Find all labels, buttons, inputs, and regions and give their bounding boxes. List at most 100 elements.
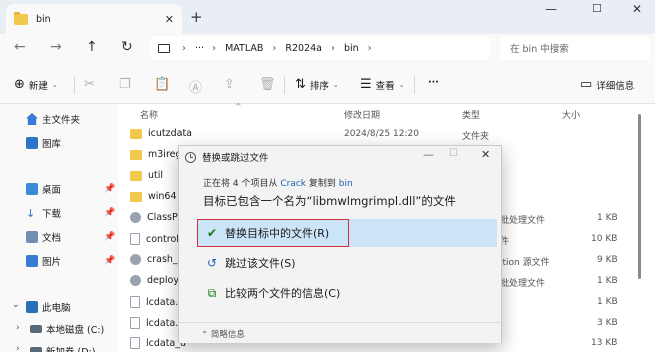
new-tab-button[interactable]: + bbox=[190, 8, 203, 26]
dialog-maximize-button: ☐ bbox=[449, 148, 458, 159]
cut-button[interactable]: ✂ bbox=[84, 77, 99, 92]
pin-icon[interactable]: 📌 bbox=[104, 232, 115, 242]
rename-button[interactable]: Ⓐ bbox=[189, 77, 206, 96]
sidebar-item-home[interactable]: 主文件夹 bbox=[26, 112, 80, 126]
document-icon bbox=[26, 231, 38, 243]
breadcrumb-matlab[interactable]: MATLAB bbox=[225, 43, 263, 54]
divider bbox=[74, 76, 75, 94]
paste-button[interactable]: 📋 bbox=[154, 77, 174, 92]
search-input[interactable]: 在 bin 中搜索 bbox=[500, 36, 650, 60]
chevron-down-icon: ⌄ bbox=[398, 80, 405, 89]
up-arrow-icon[interactable]: ↑ bbox=[86, 39, 98, 55]
share-button[interactable]: ⇪ bbox=[224, 77, 239, 92]
more-button[interactable]: ··· bbox=[428, 77, 439, 88]
tab-close-icon[interactable]: ✕ bbox=[165, 13, 174, 26]
file-name: deployt bbox=[130, 275, 183, 286]
dialog-heading: 目标已包含一个名为“libmwlmgrimpl.dll”的文件 bbox=[203, 194, 456, 208]
chevron-up-icon: ⌃ bbox=[201, 330, 209, 340]
sidebar-item-this-pc[interactable]: 此电脑 bbox=[26, 300, 71, 314]
computer-icon bbox=[26, 301, 38, 313]
pin-icon[interactable]: 📌 bbox=[104, 256, 115, 266]
address-bar[interactable]: › ··· › MATLAB › R2024a › bin › bbox=[150, 36, 490, 60]
sidebar-item-desktop[interactable]: 桌面 bbox=[26, 182, 61, 196]
file-type: 批处理文件 bbox=[500, 279, 546, 289]
scrollbar-thumb[interactable] bbox=[638, 114, 641, 279]
sort-icon: ⇅ bbox=[295, 77, 306, 92]
dialog-minimize-button[interactable]: — bbox=[423, 148, 434, 161]
divider bbox=[284, 76, 285, 94]
details-button[interactable]: ▭ 详细信息 bbox=[580, 77, 634, 92]
sidebar-item-gallery[interactable]: 图库 bbox=[26, 136, 61, 150]
desktop-icon bbox=[26, 183, 38, 195]
source-folder-link[interactable]: Crack bbox=[280, 179, 306, 189]
file-type: 文件夹 bbox=[462, 132, 490, 142]
breadcrumb-r2024a[interactable]: R2024a bbox=[285, 43, 322, 54]
chevron-right-icon[interactable]: › bbox=[16, 344, 20, 352]
info-prefix: 正在将 4 个项目从 bbox=[203, 179, 278, 189]
copy-button[interactable]: ❐ bbox=[119, 77, 135, 92]
file-name: m3iregi bbox=[130, 149, 184, 160]
pin-icon[interactable]: 📌 bbox=[104, 184, 115, 194]
file-size: 10 KB bbox=[591, 234, 618, 244]
sidebar-item-pictures[interactable]: 图片 bbox=[26, 254, 61, 268]
sort-button[interactable]: ⇅ 排序 ⌄ bbox=[295, 77, 339, 92]
sidebar-item-documents[interactable]: 文档 bbox=[26, 230, 61, 244]
paste-icon: 📋 bbox=[154, 77, 171, 92]
delete-button[interactable]: 🗑 bbox=[259, 77, 280, 92]
sidebar-item-drive-c[interactable]: 本地磁盘 (C:) bbox=[30, 322, 104, 336]
refresh-icon[interactable]: ↻ bbox=[121, 39, 133, 55]
file-icon bbox=[130, 296, 140, 308]
sidebar-item-downloads[interactable]: ↓ 下载 bbox=[26, 206, 61, 220]
highlight-box bbox=[197, 219, 349, 247]
column-header-type[interactable]: 类型 bbox=[462, 108, 480, 121]
new-button[interactable]: ⊕ 新建 ⌄ bbox=[14, 77, 58, 92]
file-name-text: controll bbox=[146, 233, 182, 245]
minimize-button[interactable]: — bbox=[545, 2, 557, 16]
column-header-size[interactable]: 大小 bbox=[562, 108, 580, 121]
details-pane-icon: ▭ bbox=[580, 77, 593, 92]
view-label: 查看 bbox=[375, 80, 395, 92]
folder-icon bbox=[130, 128, 142, 139]
file-size: 3 KB bbox=[597, 318, 618, 328]
fewer-details-toggle[interactable]: ⌃ 简略信息 bbox=[201, 328, 245, 340]
close-window-button[interactable]: ✕ bbox=[632, 2, 642, 16]
dialog-close-button[interactable]: ✕ bbox=[481, 148, 490, 161]
folder-icon bbox=[130, 149, 142, 160]
sidebar-item-label: 下载 bbox=[42, 209, 62, 220]
replace-files-option[interactable]: ✔ 替换目标中的文件(R) bbox=[197, 219, 497, 247]
plus-circle-icon: ⊕ bbox=[14, 77, 25, 92]
breadcrumb-overflow[interactable]: ··· bbox=[195, 43, 204, 54]
forward-arrow-icon[interactable]: → bbox=[50, 39, 62, 55]
chevron-right-icon[interactable]: › bbox=[16, 323, 20, 333]
sort-label: 排序 bbox=[309, 80, 329, 92]
gallery-icon bbox=[26, 137, 38, 149]
compare-files-option[interactable]: ⧉ 比较两个文件的信息(C) bbox=[197, 279, 497, 307]
maximize-button[interactable]: ☐ bbox=[592, 2, 602, 15]
back-arrow-icon[interactable]: ← bbox=[14, 39, 26, 55]
tab-bin[interactable]: bin ✕ bbox=[6, 4, 182, 34]
column-header-name[interactable]: 名称 bbox=[140, 108, 158, 121]
destination-folder-link[interactable]: bin bbox=[339, 179, 353, 189]
home-icon bbox=[26, 113, 38, 125]
title-bar: bin ✕ + — ☐ ✕ bbox=[0, 0, 655, 34]
batch-file-icon bbox=[130, 212, 141, 223]
download-icon: ↓ bbox=[26, 207, 36, 220]
file-size: 1 KB bbox=[597, 213, 618, 223]
tab-title: bin bbox=[36, 13, 51, 25]
skip-files-option[interactable]: ↺ 跳过该文件(S) bbox=[197, 249, 497, 277]
file-row[interactable]: icutzdata 2024/8/25 12:20 文件夹 bbox=[118, 124, 638, 146]
chevron-down-icon[interactable]: ⌄ bbox=[12, 300, 20, 310]
dialog-title: 替换或跳过文件 bbox=[202, 153, 269, 164]
command-bar: ⊕ 新建 ⌄ ✂ ❐ 📋 Ⓐ ⇪ 🗑 ⇅ 排序 ⌄ ☰ 查看 ⌄ ··· ▭ 详… bbox=[0, 64, 655, 104]
sidebar-item-label: 本地磁盘 (C:) bbox=[46, 325, 105, 336]
breadcrumb-bin[interactable]: bin bbox=[344, 43, 359, 54]
vertical-scrollbar[interactable] bbox=[637, 114, 643, 344]
pin-icon[interactable]: 📌 bbox=[104, 208, 115, 218]
column-header-date[interactable]: 修改日期 bbox=[344, 108, 380, 121]
breadcrumb-separator: › bbox=[272, 42, 277, 54]
copy-icon: ❐ bbox=[119, 77, 131, 92]
folder-icon bbox=[14, 11, 28, 25]
dialog-footer: ⌃ 简略信息 bbox=[179, 322, 501, 343]
sidebar-item-drive-d[interactable]: 新加卷 (D:) bbox=[30, 344, 95, 352]
view-button[interactable]: ☰ 查看 ⌄ bbox=[360, 77, 405, 92]
